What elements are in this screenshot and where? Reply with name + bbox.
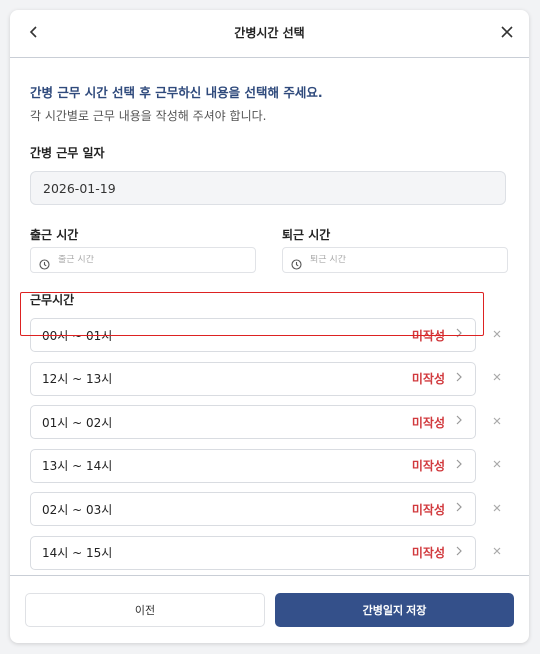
remove-slot-icon[interactable] [487,458,507,473]
time-slot-row: 00시 ~ 01시 미작성 [30,318,509,352]
clock-icon [291,255,302,270]
time-slot[interactable]: 12시 ~ 13시 미작성 [30,361,476,396]
remove-slot-icon[interactable] [487,371,507,386]
intro-primary-text: 간병 근무 시간 선택 후 근무하신 내용을 선택해 주세요. [30,85,323,100]
clock-in-input[interactable] [58,255,218,265]
time-slot-range: 00시 ~ 01시 [42,328,113,343]
work-hours-label: 근무시간 [30,293,75,307]
status-badge: 미작성 [411,459,445,473]
modal-footer: 이전 간병일지 저장 [10,575,529,643]
time-slot-row: 13시 ~ 14시 미작성 [30,448,509,483]
time-inputs: 출근 시간 퇴근 시간 [30,226,509,273]
status-badge: 미작성 [411,415,445,430]
time-slot[interactable]: 14시 ~ 15시 미작성 [30,535,476,570]
time-slot-range: 12시 ~ 13시 [42,372,113,386]
time-slot[interactable]: 13시 ~ 14시 미작성 [30,448,476,483]
status-badge: 미작성 [411,372,445,386]
clock-in-field[interactable] [30,247,256,273]
clock-out-label: 퇴근 시간 [282,228,331,242]
time-slot[interactable]: 01시 ~ 02시 미작성 [30,405,476,439]
status-badge: 미작성 [411,502,445,517]
prev-button[interactable]: 이전 [25,592,265,627]
time-slot-row: 02시 ~ 03시 미작성 [30,492,509,526]
time-slot-range: 14시 ~ 15시 [42,546,113,560]
time-slot-list: 00시 ~ 01시 미작성 12시 ~ 13시 미작성 01시 ~ 02시 미작… [30,318,509,570]
chevron-right-icon [455,545,463,561]
clock-out-field[interactable] [282,247,508,273]
modal-content: 간병 근무 시간 선택 후 근무하신 내용을 선택해 주세요. 각 시간별로 근… [10,82,529,570]
status-badge: 미작성 [411,328,445,343]
remove-slot-icon[interactable] [487,502,507,517]
work-date-label: 간병 근무 일자 [30,146,105,160]
time-slot-row: 01시 ~ 02시 미작성 [30,405,509,439]
modal-header: 간병시간 선택 [10,10,529,58]
chevron-right-icon [455,414,463,430]
time-slot-range: 02시 ~ 03시 [42,502,113,517]
close-icon[interactable] [499,22,515,47]
save-journal-button[interactable]: 간병일지 저장 [275,592,514,627]
chevron-right-icon [455,458,463,474]
clock-icon [39,255,50,270]
clock-out-input[interactable] [310,255,470,265]
time-slot-row: 12시 ~ 13시 미작성 [30,361,509,396]
chevron-right-icon [455,501,463,517]
time-slot-range: 13시 ~ 14시 [42,459,113,473]
remove-slot-icon[interactable] [487,415,507,430]
time-slot[interactable]: 00시 ~ 01시 미작성 [30,318,476,352]
status-badge: 미작성 [411,546,445,560]
clock-in-label: 출근 시간 [30,228,79,242]
time-slot-row: 14시 ~ 15시 미작성 [30,535,509,570]
modal-title: 간병시간 선택 [234,26,305,40]
time-slot-range: 01시 ~ 02시 [42,415,113,430]
chevron-right-icon [455,371,463,387]
clock-in-group: 출근 시간 [30,226,256,273]
remove-slot-icon[interactable] [487,545,507,560]
intro-secondary-text: 각 시간별로 근무 내용을 작성해 주셔야 합니다. [30,109,267,123]
chevron-right-icon [455,327,463,343]
remove-slot-icon[interactable] [487,328,507,343]
time-slot[interactable]: 02시 ~ 03시 미작성 [30,492,476,526]
work-date-field: 2026-01-19 [30,171,506,205]
clock-out-group: 퇴근 시간 [282,226,508,273]
time-select-modal: 간병시간 선택 간병 근무 시간 선택 후 근무하신 내용을 선택해 주세요. … [10,10,529,643]
